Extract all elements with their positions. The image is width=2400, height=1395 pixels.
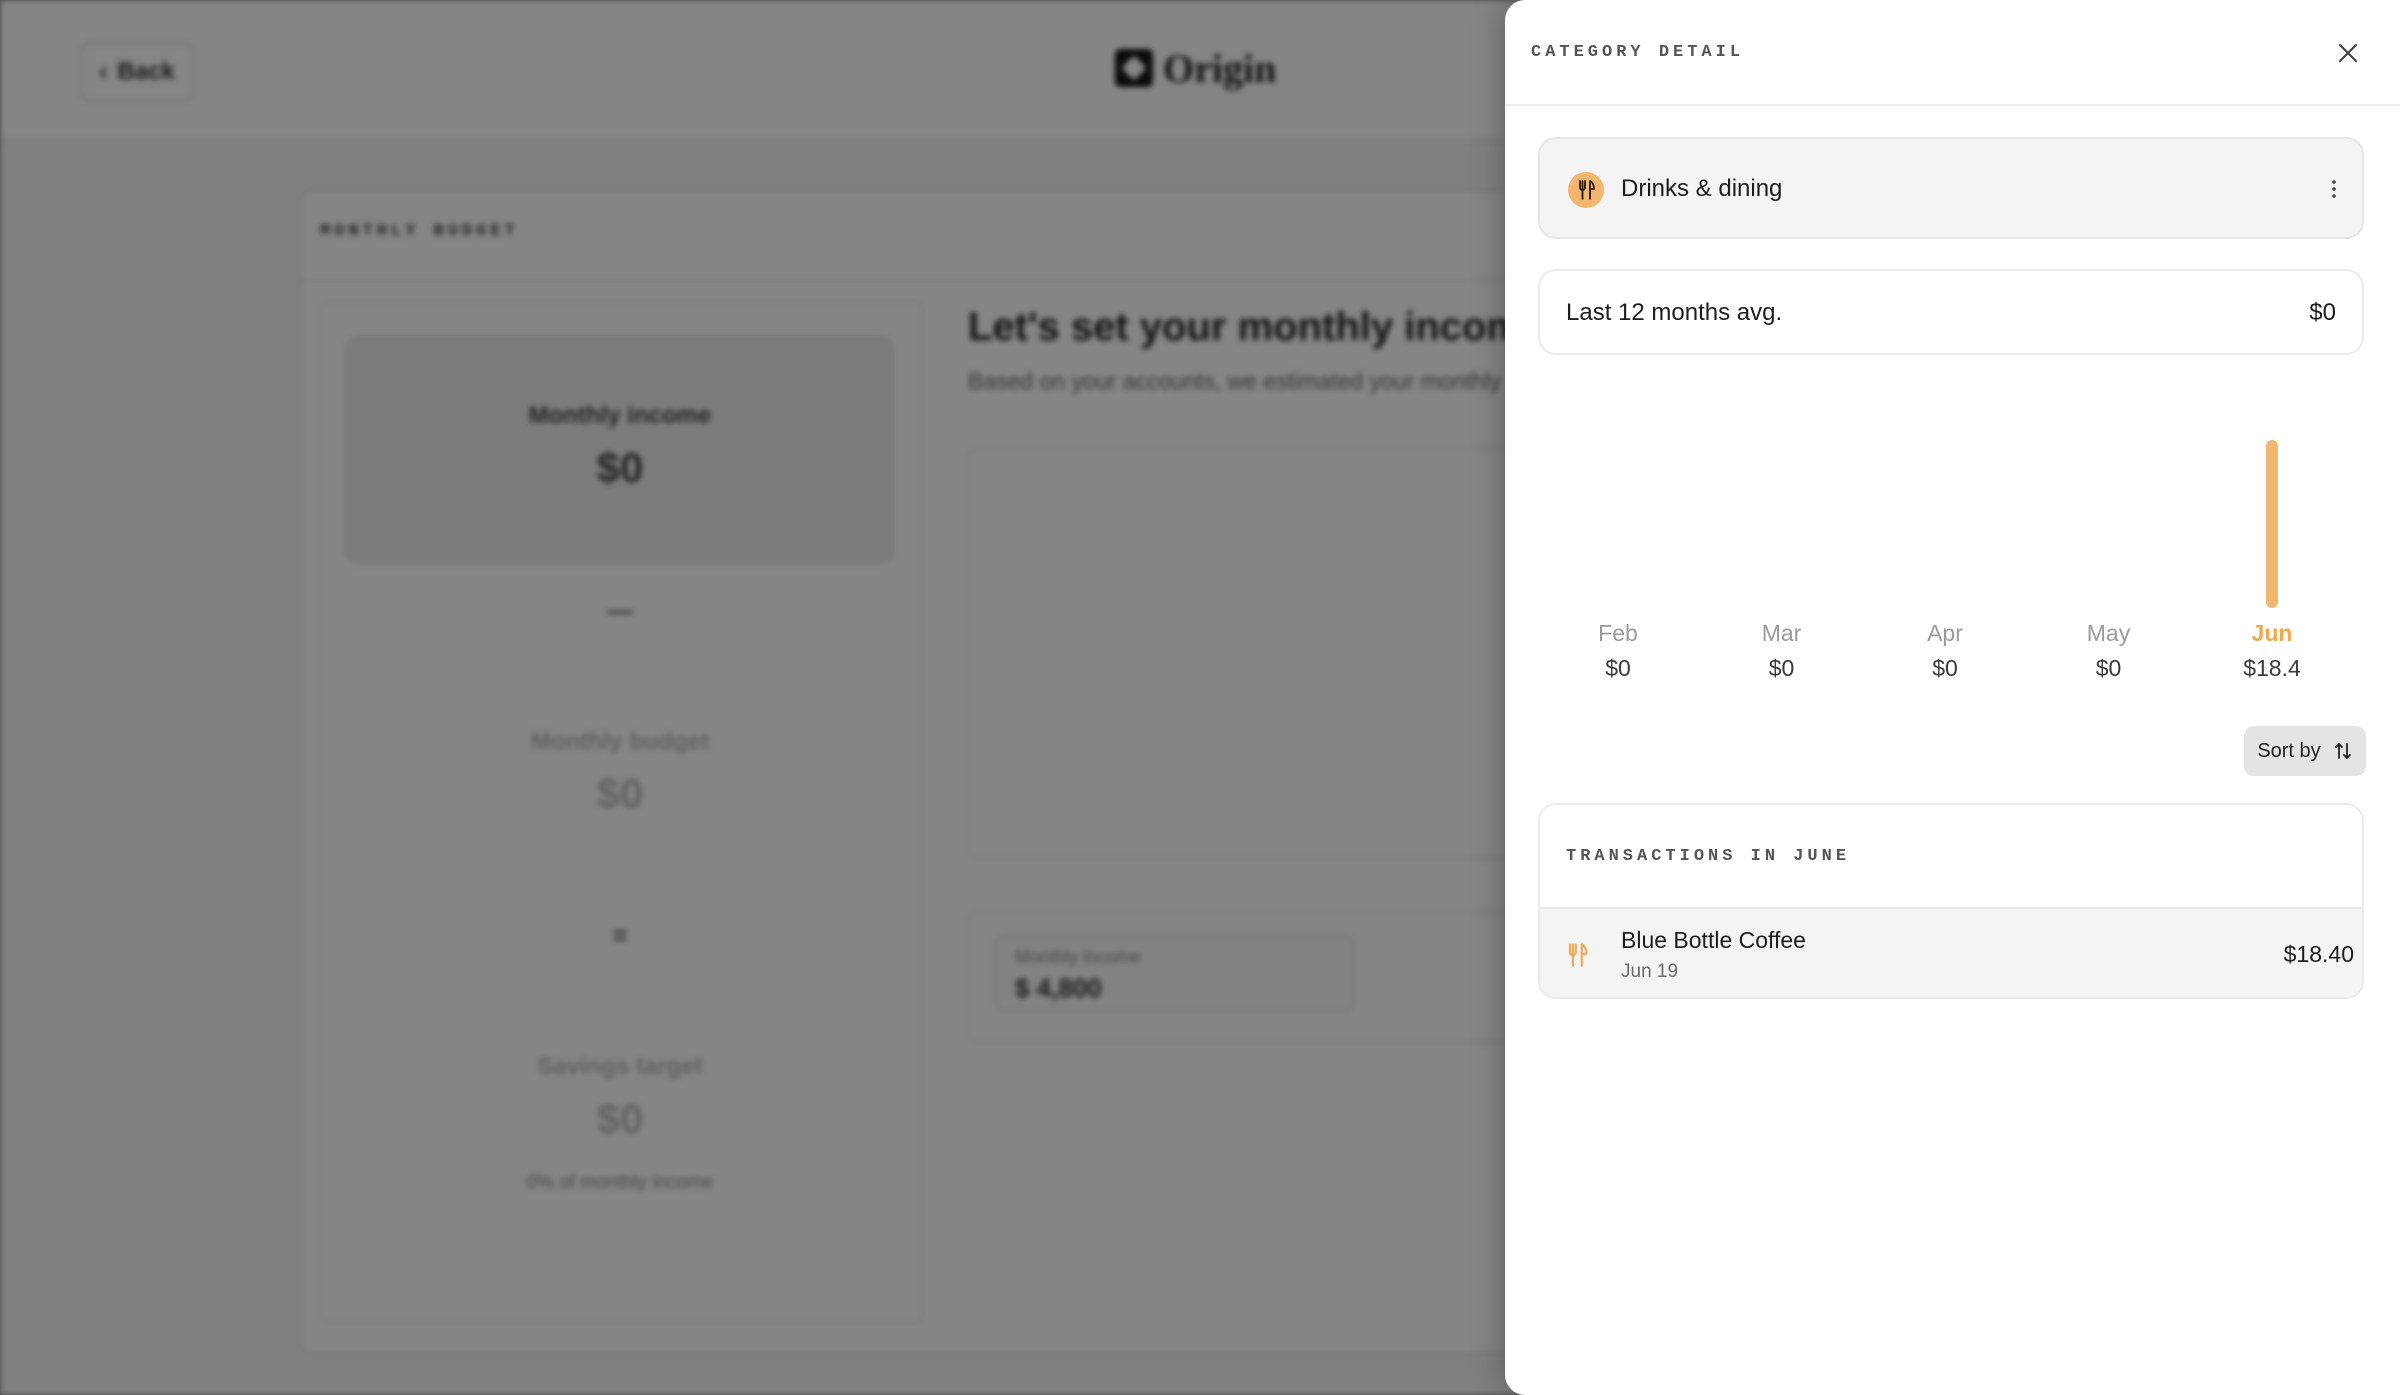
chart-month-apr[interactable]: Apr $0 bbox=[1880, 620, 2010, 682]
fork-knife-icon bbox=[1568, 172, 1604, 208]
chart-value-label: $0 bbox=[1768, 655, 1795, 681]
chart-month-feb[interactable]: Feb $0 bbox=[1553, 620, 1683, 682]
more-vertical-icon bbox=[2332, 180, 2336, 198]
transaction-amount: $18.40 bbox=[2283, 941, 2354, 967]
close-icon bbox=[2338, 43, 2358, 63]
more-options-button[interactable] bbox=[2317, 169, 2351, 209]
average-label: Last 12 months avg. bbox=[1566, 299, 1783, 326]
chart-bar-jun bbox=[2266, 440, 2278, 608]
transaction-name: Blue Bottle Coffee bbox=[1621, 927, 1806, 953]
transactions-title: TRANSACTIONS IN JUNE bbox=[1566, 847, 1851, 866]
chart-month-may[interactable]: May $0 bbox=[2044, 620, 2174, 682]
drawer-header: CATEGORY DETAIL bbox=[1505, 0, 2400, 106]
category-name: Drinks & dining bbox=[1621, 175, 1783, 202]
average-card: Last 12 months avg. $0 bbox=[1538, 269, 2364, 355]
chart-month-mar[interactable]: Mar $0 bbox=[1717, 620, 1847, 682]
category-detail-drawer: CATEGORY DETAIL Drinks & dining Last 12 … bbox=[1505, 0, 2400, 1395]
fork-knife-icon bbox=[1568, 943, 1588, 967]
chart-tick-label: May bbox=[2086, 620, 2131, 646]
sort-by-button[interactable]: Sort by bbox=[2244, 726, 2366, 776]
chart-value-label: $0 bbox=[1605, 655, 1631, 681]
chart-value-label: $0 bbox=[1932, 655, 1958, 681]
drawer-title: CATEGORY DETAIL bbox=[1531, 43, 1745, 62]
monthly-spend-chart: Feb $0 Mar $0 Apr $0 May $0 Jun $18.4 bbox=[1538, 400, 2364, 690]
close-button[interactable] bbox=[2330, 35, 2366, 71]
chart-tick-label: Jun bbox=[2251, 620, 2293, 646]
average-value: $0 bbox=[2309, 299, 2336, 326]
chart-tick-label: Feb bbox=[1598, 620, 1638, 646]
chart-value-label: $18.4 bbox=[2243, 655, 2301, 681]
transactions-card: TRANSACTIONS IN JUNE Blue Bottle Coffee … bbox=[1538, 803, 2364, 999]
sort-arrows-icon bbox=[2334, 743, 2351, 759]
chart-value-label: $0 bbox=[2095, 655, 2122, 681]
chart-tick-label: Mar bbox=[1761, 620, 1802, 646]
transaction-date: Jun 19 bbox=[1621, 961, 1679, 982]
sort-by-label: Sort by bbox=[2257, 739, 2321, 762]
chart-month-jun[interactable]: Jun $18.4 bbox=[2207, 620, 2337, 682]
category-card: Drinks & dining bbox=[1538, 137, 2364, 239]
chart-tick-label: Apr bbox=[1927, 620, 1963, 646]
transaction-row[interactable]: Blue Bottle Coffee Jun 19 $18.40 bbox=[1540, 907, 2362, 997]
